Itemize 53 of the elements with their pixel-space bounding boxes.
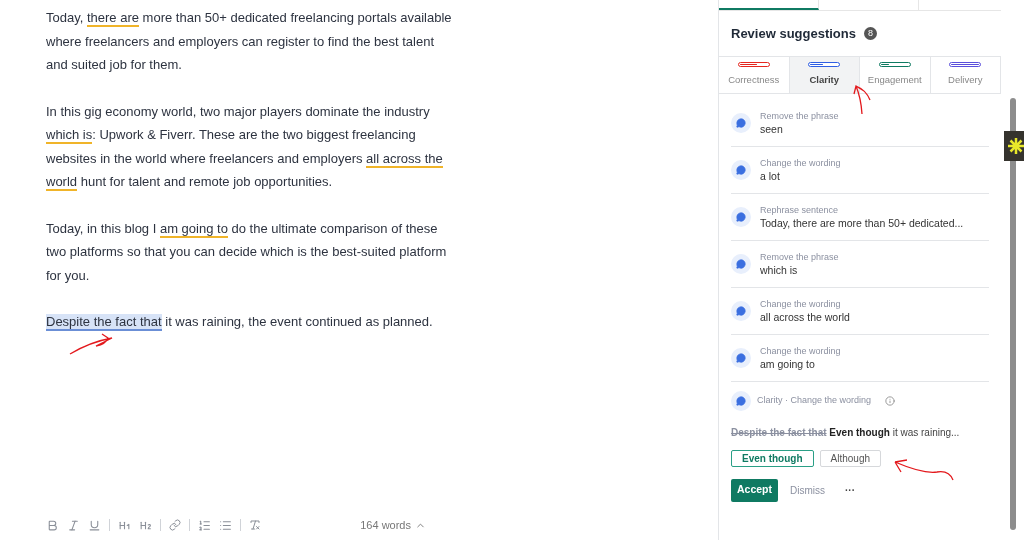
clarity-icon [731,159,751,180]
suggestion-text: all across the world [760,309,850,324]
option-chip[interactable]: Even though [731,449,814,467]
underline-icon[interactable] [88,518,101,532]
suggestion-type: Rephrase sentence [760,203,840,216]
italic-icon[interactable] [67,518,80,532]
clarity-icon [731,206,751,227]
info-icon[interactable] [885,395,896,406]
suggestion-item[interactable]: Rephrase sentence Today, there are more than 50+ dedicated... [731,193,989,241]
accept-button[interactable]: Accept [731,478,778,502]
option-chip[interactable]: Although [819,449,882,467]
paragraph: Despite the fact that it was raining, the event continued as planned. [46,313,434,333]
clarity-icon [731,253,751,274]
bullet-list-icon[interactable] [219,518,232,532]
clarity-icon [731,300,751,321]
scrollbar[interactable] [1009,98,1016,530]
suggestion-type: Change the wording [760,344,841,357]
suggestion-type: Remove the phrase [760,109,839,122]
suggestion-text: seen [760,121,784,136]
suggestion-item[interactable]: Remove the phrase seen [731,99,989,147]
category-tab[interactable]: Delivery [930,56,1001,93]
top-tab[interactable] [719,0,819,10]
card-header: Clarity · Change the wording [757,393,872,407]
suggestion-text: a lot [760,168,781,183]
category-tab[interactable]: Engagement [860,56,931,93]
clarity-icon [731,390,751,411]
category-tab[interactable]: Correctness [719,56,790,93]
suggestion-item[interactable]: Remove the phrase which is [731,240,989,288]
suggestion-text: which is [760,262,799,277]
more-button[interactable]: ··· [845,482,855,498]
widget-icon[interactable] [1004,131,1024,161]
suggestion-type: Change the wording [760,156,841,169]
suggestion-text: Today, there are more than 50+ dedicated... [760,215,964,230]
clarity-icon [731,347,751,368]
suggestion-type: Change the wording [760,297,842,310]
word-count-button[interactable]: 164 words [360,516,426,534]
panel-title: Review suggestions [731,25,856,43]
numbered-list-icon[interactable] [198,518,211,532]
suggestion-item[interactable]: Change the wording am going to [731,334,989,382]
clarity-icon [731,112,751,133]
suggestion-text: am going to [760,356,816,371]
paragraph: Today, in this blog I am going to do the ultimate comparison of these two platforms so that you can decide which is the best-suited platform for you. [46,219,448,285]
link-icon[interactable] [169,519,181,531]
clear-format-icon[interactable] [249,519,261,531]
suggestion-item[interactable]: Change the wording a lot [731,146,989,194]
category-tab[interactable]: Clarity [789,56,860,93]
suggestion-item[interactable]: Change the wording all across the world [731,287,989,335]
bold-icon[interactable] [46,518,59,532]
paragraph: In this gig economy world, two major players dominate the industry which is: Upwork & Fiverr. These are the two biggest freelancing websites in the world where freelancers and employers all across the world hunt for talent and remote job opportunities. [46,102,444,193]
suggestion-preview: Despite the fact that Even though it was raining... [731,425,961,440]
count-badge: 8 [864,27,877,41]
suggestion-type: Remove the phrase [760,250,839,263]
paragraph: Today, there are more than 50+ dedicated freelancing portals available where freelancers and employers can register to find the best talent and suited job for them. [46,9,453,74]
